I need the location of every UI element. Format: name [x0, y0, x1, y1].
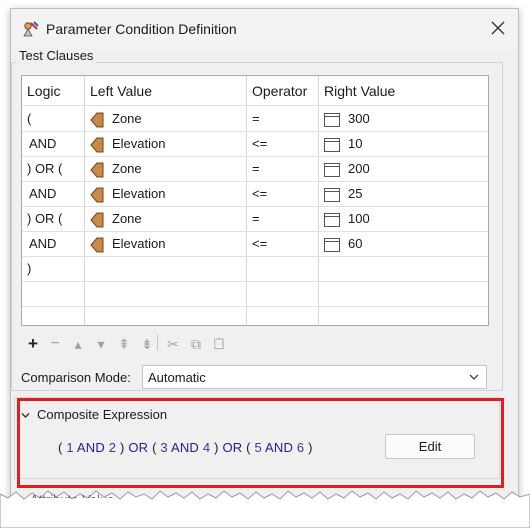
header-right-value[interactable]: Right Value [324, 79, 395, 104]
left-value-cell[interactable]: Zone [90, 106, 142, 131]
left-value-text: Elevation [112, 136, 166, 151]
title-bar: Parameter Condition Definition [11, 9, 518, 49]
copy-icon[interactable]: ⧉ [188, 335, 204, 353]
operator-cell[interactable]: <= [252, 231, 267, 256]
highlight-box [17, 398, 504, 488]
left-value-text: Zone [112, 211, 142, 226]
left-value-cell[interactable]: Zone [90, 156, 142, 181]
header-logic[interactable]: Logic [27, 79, 60, 104]
table-row[interactable]: ) [22, 256, 488, 282]
table-row[interactable]: AND Elevation <= 10 [22, 131, 488, 157]
logic-cell[interactable]: ) OR ( [27, 206, 62, 231]
window-title: Parameter Condition Definition [46, 21, 237, 37]
right-value-cell[interactable]: 25 [324, 181, 362, 206]
right-value-cell[interactable]: 100 [324, 206, 370, 231]
clauses-table[interactable]: Logic Left Value Operator Right Value ( … [21, 75, 489, 326]
cut-icon[interactable]: ✂ [165, 335, 181, 353]
chevron-down-icon [469, 374, 479, 380]
left-value-cell[interactable]: Elevation [90, 231, 165, 256]
operator-cell[interactable]: = [252, 106, 260, 131]
move-up-icon[interactable]: ▴ [70, 335, 86, 353]
right-value-cell[interactable]: 10 [324, 131, 362, 156]
move-down-icon[interactable]: ▾ [93, 335, 109, 353]
left-value-text: Zone [112, 111, 142, 126]
table-row[interactable] [22, 281, 488, 307]
table-row[interactable]: ) OR ( Zone = 100 [22, 206, 488, 232]
comparison-mode-select[interactable]: Automatic [142, 365, 487, 389]
value-icon [324, 237, 340, 252]
left-value-text: Zone [112, 161, 142, 176]
header-operator[interactable]: Operator [252, 79, 307, 104]
table-row[interactable]: ( Zone = 300 [22, 106, 488, 132]
right-value-text: 25 [348, 186, 363, 201]
logic-cell[interactable]: ( [27, 106, 31, 131]
attribute-icon [90, 212, 104, 228]
value-icon [324, 162, 340, 177]
right-value-cell[interactable]: 200 [324, 156, 370, 181]
attribute-icon [90, 137, 104, 153]
attribute-icon [90, 162, 104, 178]
logic-cell[interactable]: AND [29, 131, 56, 156]
remove-icon[interactable]: − [47, 335, 63, 353]
logic-cell[interactable]: AND [29, 181, 56, 206]
right-value-text: 60 [348, 236, 363, 251]
paste-icon[interactable]: 📋 [211, 335, 227, 353]
operator-cell[interactable]: <= [252, 181, 267, 206]
table-row[interactable]: AND Elevation <= 60 [22, 231, 488, 257]
left-value-text: Elevation [112, 236, 166, 251]
operator-cell[interactable]: = [252, 156, 260, 181]
right-value-text: 200 [348, 161, 370, 176]
value-icon [324, 187, 340, 202]
logic-cell[interactable]: ) [27, 256, 31, 281]
value-icon [324, 112, 340, 127]
operator-cell[interactable]: <= [252, 131, 267, 156]
right-value-text: 300 [348, 111, 370, 126]
close-icon[interactable] [488, 18, 508, 38]
comparison-mode-label: Comparison Mode: [21, 370, 131, 385]
logic-cell[interactable]: ) OR ( [27, 156, 62, 181]
right-value-text: 100 [348, 211, 370, 226]
table-header: Logic Left Value Operator Right Value [22, 76, 488, 106]
right-value-cell[interactable]: 60 [324, 231, 362, 256]
table-row[interactable]: ) OR ( Zone = 200 [22, 156, 488, 182]
app-icon [23, 21, 39, 37]
left-value-text: Elevation [112, 186, 166, 201]
add-icon[interactable]: + [25, 335, 41, 353]
attribute-icon [90, 187, 104, 203]
attribute-icon [90, 112, 104, 128]
value-icon [324, 212, 340, 227]
move-top-icon[interactable]: ⇞ [116, 335, 132, 353]
toolbar-separator [157, 335, 159, 351]
operator-cell[interactable]: = [252, 206, 260, 231]
left-value-cell[interactable]: Elevation [90, 181, 165, 206]
test-clauses-label: Test Clauses [16, 48, 97, 63]
left-value-cell[interactable]: Elevation [90, 131, 165, 156]
logic-cell[interactable]: AND [29, 231, 56, 256]
right-value-cell[interactable]: 300 [324, 106, 370, 131]
table-row[interactable]: AND Elevation <= 25 [22, 181, 488, 207]
value-icon [324, 137, 340, 152]
comparison-mode-value: Automatic [148, 370, 206, 385]
move-bottom-icon[interactable]: ⇟ [139, 335, 155, 353]
attribute-icon [90, 237, 104, 253]
left-value-cell[interactable]: Zone [90, 206, 142, 231]
right-value-text: 10 [348, 136, 363, 151]
header-left-value[interactable]: Left Value [90, 79, 152, 104]
